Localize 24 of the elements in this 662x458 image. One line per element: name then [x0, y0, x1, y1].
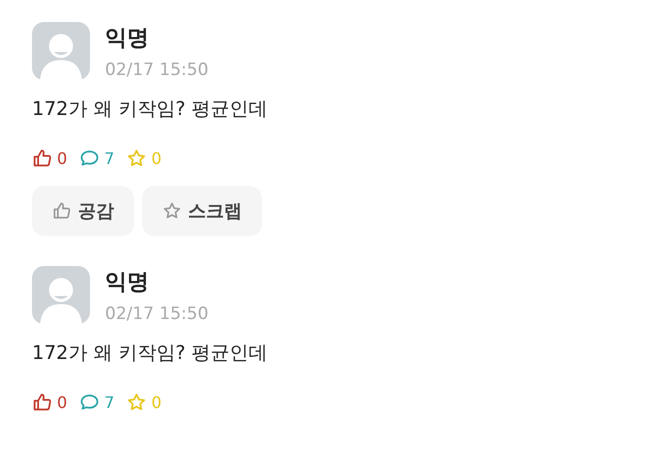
- post-time: 02/17 15:50: [105, 304, 208, 324]
- like-button[interactable]: 공감: [32, 186, 134, 236]
- post-text: 172가 왜 키작임? 평균인데: [32, 97, 268, 122]
- thumbs-up-icon: [52, 201, 72, 221]
- star-icon: [126, 148, 148, 168]
- comment-icon: [79, 148, 100, 168]
- scrap-count: 0: [151, 392, 162, 412]
- scrap-count: 0: [151, 148, 162, 168]
- author-name: 익명: [105, 269, 150, 297]
- thumbs-up-icon: [32, 148, 53, 168]
- avatar-icon: [32, 22, 90, 80]
- post-text: 172가 왜 키작임? 평균인데: [32, 341, 268, 366]
- comment-icon: [79, 392, 100, 412]
- comment-count: 7: [104, 148, 114, 168]
- avatar-icon: [32, 266, 90, 324]
- like-count: 0: [57, 392, 68, 412]
- comment-count: 7: [104, 392, 114, 412]
- scrap-button[interactable]: 스크랩: [142, 186, 262, 236]
- like-count: 0: [57, 148, 68, 168]
- author-name: 익명: [105, 25, 150, 53]
- star-icon: [126, 392, 148, 412]
- star-icon: [162, 201, 182, 221]
- thumbs-up-icon: [32, 392, 53, 412]
- post-time: 02/17 15:50: [105, 60, 208, 80]
